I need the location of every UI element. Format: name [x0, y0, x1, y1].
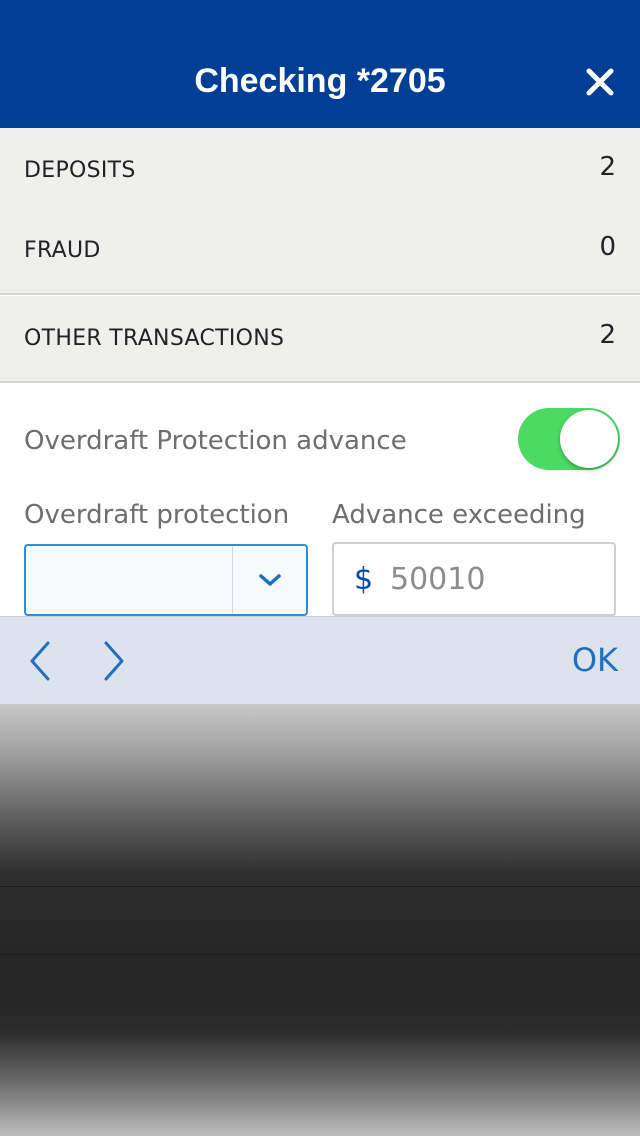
advance-amount-value: 50010: [390, 562, 486, 597]
category-label: FRAUD: [24, 238, 101, 263]
overdraft-protection-label: Overdraft protection: [24, 500, 290, 530]
category-count: 2: [599, 320, 616, 350]
category-row-other-transactions[interactable]: OTHER TRANSACTIONS 2: [0, 296, 640, 383]
chevron-right-icon: [104, 641, 124, 681]
category-count: 0: [599, 232, 616, 262]
category-count: 2: [599, 152, 616, 182]
currency-symbol: $: [354, 562, 374, 597]
category-row-fraud[interactable]: FRAUD 0: [0, 208, 640, 295]
previous-field-button[interactable]: [26, 641, 56, 681]
toggle-knob: [560, 410, 618, 468]
overdraft-protection-select[interactable]: [24, 544, 308, 616]
next-field-button[interactable]: [100, 641, 130, 681]
overdraft-toggle-label: Overdraft Protection advance: [24, 426, 407, 456]
select-divider: [232, 546, 233, 614]
overdraft-toggle[interactable]: [518, 408, 620, 470]
category-row-deposits[interactable]: DEPOSITS 2: [0, 128, 640, 215]
picker-selection-line-top: [0, 886, 640, 887]
chevron-down-icon: [259, 574, 281, 586]
header-bar: Checking *2705: [0, 0, 640, 128]
keyboard-toolbar: OK: [0, 616, 640, 704]
close-button[interactable]: [582, 64, 618, 100]
page-title: Checking *2705: [194, 62, 446, 100]
category-label: DEPOSITS: [24, 158, 136, 183]
picker-wheel[interactable]: [0, 704, 640, 1136]
category-label: OTHER TRANSACTIONS: [24, 326, 285, 351]
overdraft-form: Overdraft Protection advance Overdraft p…: [0, 384, 640, 616]
chevron-left-icon: [30, 641, 50, 681]
advance-amount-input[interactable]: $ 50010: [332, 542, 616, 616]
ok-button[interactable]: OK: [572, 641, 618, 679]
advance-exceeding-label: Advance exceeding: [332, 500, 586, 530]
close-icon: [586, 68, 614, 96]
picker-selection-line-bottom: [0, 954, 640, 955]
